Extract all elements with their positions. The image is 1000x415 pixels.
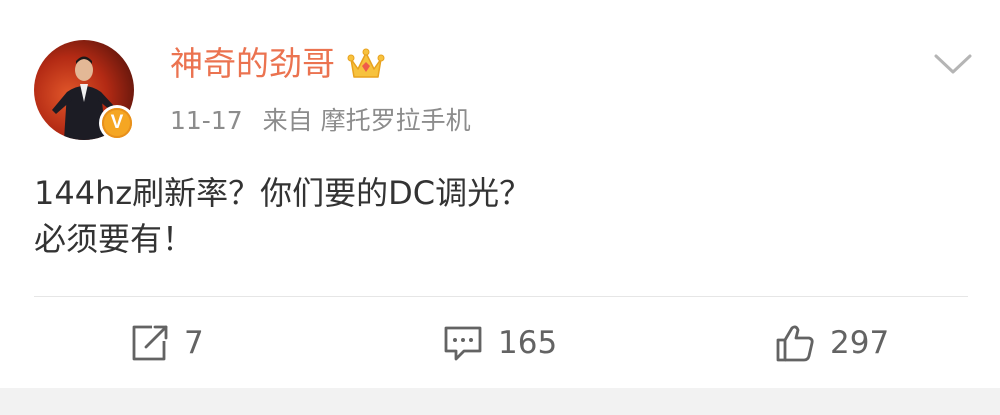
comment-count: 165 [498,325,558,361]
repost-button[interactable]: 7 [130,318,204,368]
post-source: 来自 摩托罗拉手机 [262,106,471,135]
thumbs-up-icon [776,325,814,362]
weibo-post-card: V 神奇的劲哥 11-17 来自 摩托罗拉手机 144hz刷新率？你们要的DC调光… [0,0,1000,388]
comment-button[interactable]: 165 [442,318,557,368]
repost-icon [132,325,168,361]
comment-icon [444,326,482,361]
author-row: 神奇的劲哥 [170,40,385,88]
verified-badge: V [99,105,135,141]
chevron-down-icon[interactable] [930,48,976,78]
repost-count: 7 [184,325,204,361]
post-meta: 11-17 来自 摩托罗拉手机 [170,103,471,139]
post-content: 144hz刷新率？你们要的DC调光？ 必须要有！ [34,170,531,262]
post-date: 11-17 [170,106,243,135]
crown-icon [347,48,385,78]
like-button[interactable]: 297 [774,318,889,368]
post-content-line: 必须要有！ [34,220,195,258]
author-name[interactable]: 神奇的劲哥 [170,40,335,88]
like-count: 297 [830,325,890,361]
post-content-line: 144hz刷新率？你们要的DC调光？ [34,174,532,212]
bottom-separator [0,388,1000,415]
divider [34,296,968,297]
